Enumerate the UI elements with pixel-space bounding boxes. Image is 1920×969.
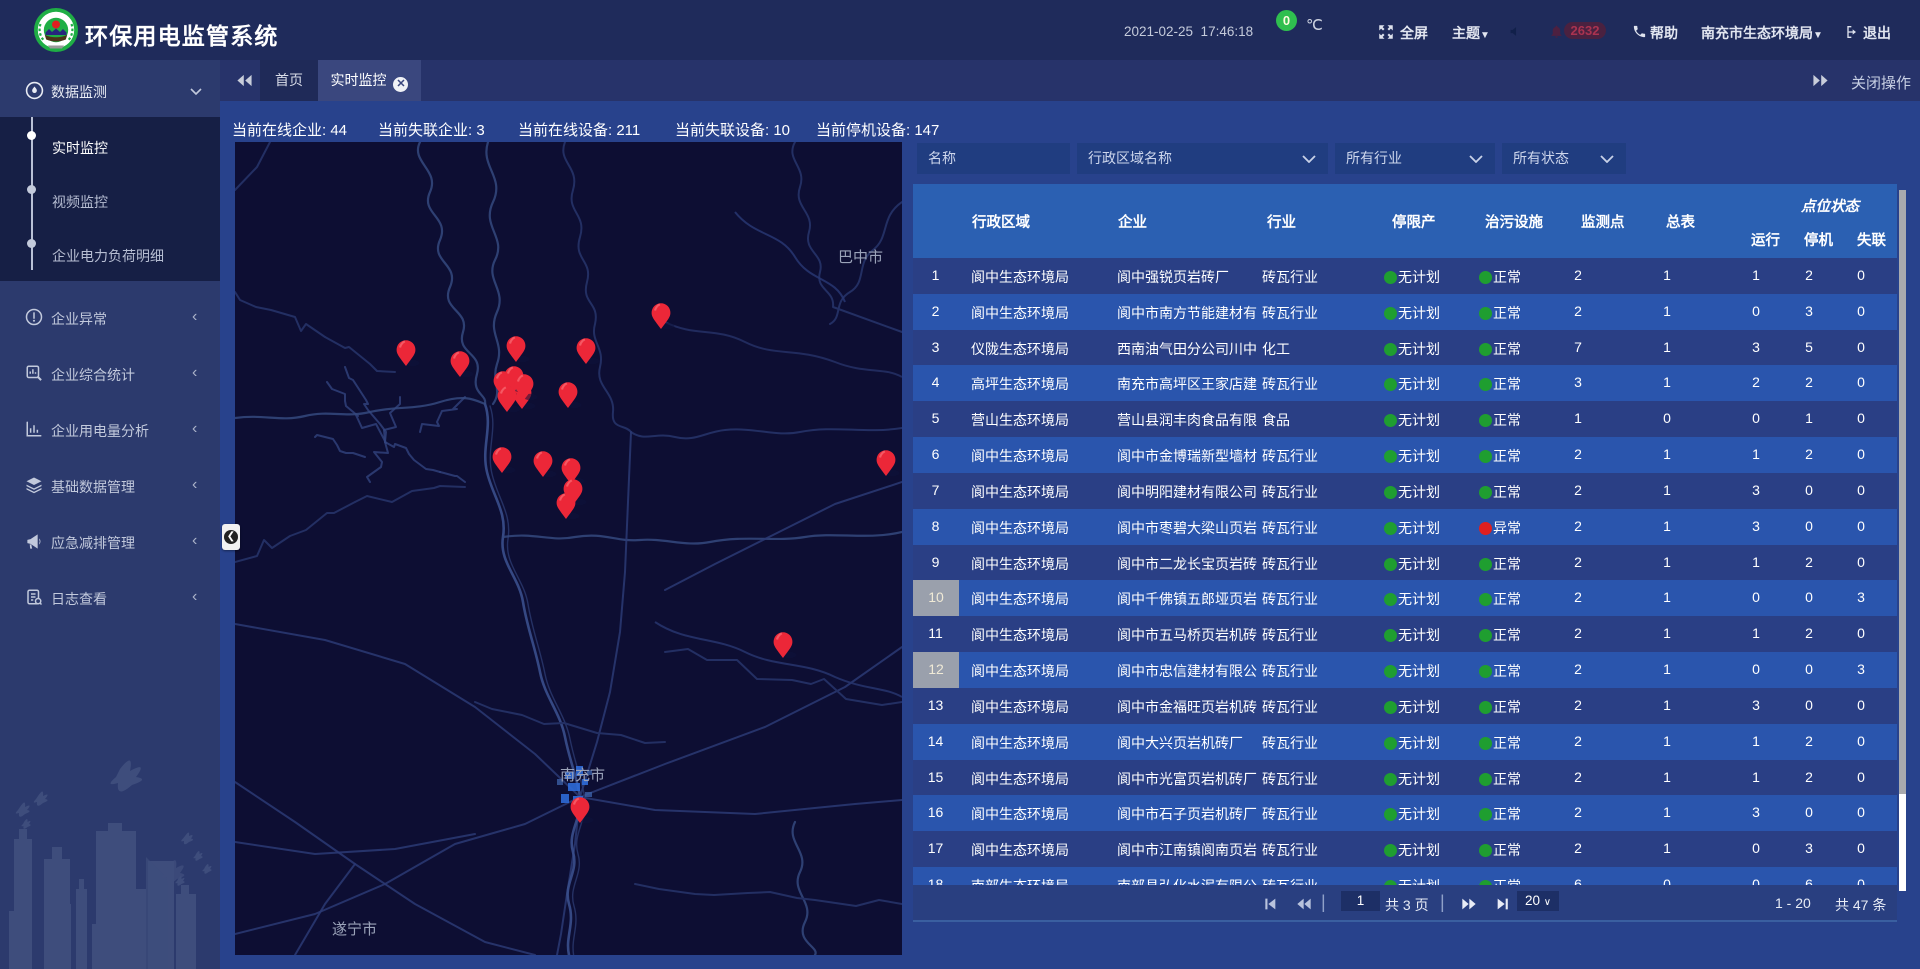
svg-text:巴中市: 巴中市	[838, 249, 883, 266]
svg-text:遂宁市: 遂宁市	[332, 921, 377, 938]
svg-text:南充市: 南充市	[560, 767, 605, 784]
